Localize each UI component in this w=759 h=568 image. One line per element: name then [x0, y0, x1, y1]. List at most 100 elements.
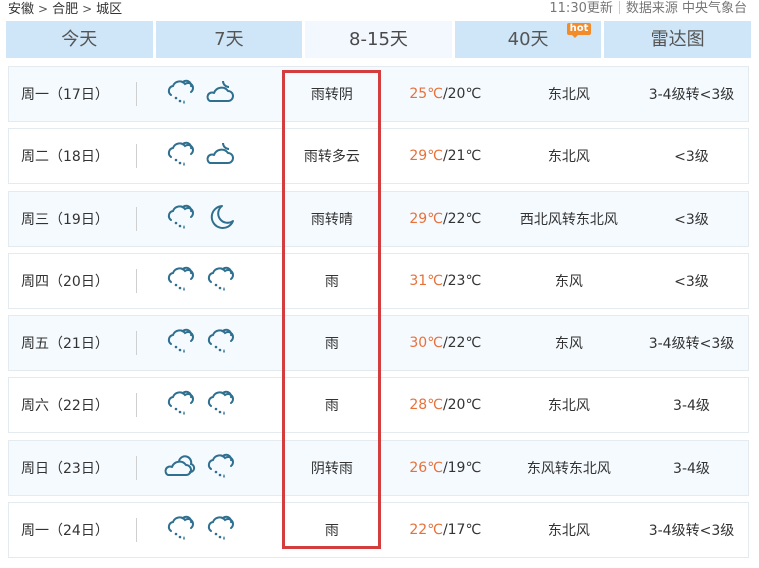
rain-icon [163, 202, 197, 236]
rain-icon [163, 77, 197, 111]
weather-description: 阴转雨 [310, 460, 353, 477]
tab-today[interactable]: 今天 [6, 21, 153, 58]
forecast-row: 周四（20日） 雨 31℃/23℃ 东风 <3级 [8, 252, 749, 309]
cloudy-night-icon [203, 77, 237, 111]
meta-info: 11:30更新 数据来源 中央气象台 [549, 0, 747, 18]
forecast-date: 周一（24日） [21, 523, 109, 540]
top-bar: 安徽 > 合肥 > 城区 11:30更新 数据来源 中央气象台 [0, 0, 759, 18]
breadcrumb-province[interactable]: 安徽 [8, 2, 34, 17]
row-divider [135, 331, 137, 356]
forecast-row: 周三（19日） 雨转晴 29℃/22℃ 西北风转东北风 <3级 [8, 190, 749, 247]
high-temp: 29℃ [409, 148, 443, 165]
high-temp: 25℃ [409, 86, 443, 102]
rain-icon [163, 326, 197, 360]
wind-level: 3-4级 [673, 398, 710, 415]
temperature: 26℃/19℃ [388, 460, 503, 476]
forecast-date: 周六（22日） [21, 398, 109, 415]
row-divider [135, 82, 137, 106]
low-temp: /20℃ [442, 397, 482, 414]
wind-direction: 东北风 [547, 149, 590, 166]
breadcrumb-separator: > [38, 2, 49, 16]
low-temp: /21℃ [442, 148, 482, 165]
tab-8-15-days[interactable]: 8-15天 [305, 21, 452, 58]
wind-direction: 西北风转东北风 [519, 211, 618, 228]
row-divider [135, 144, 137, 169]
moon-icon [203, 202, 237, 236]
high-temp: 30℃ [409, 335, 443, 352]
overcast-icon [163, 451, 197, 485]
high-temp: 26℃ [409, 459, 443, 476]
row-divider [135, 206, 137, 231]
cloudy-night-icon [203, 139, 237, 173]
wind-level: 3-4级 [673, 460, 710, 477]
weather-description: 雨转多云 [303, 149, 360, 166]
row-divider [135, 393, 137, 418]
forecast-row: 周一（24日） 雨 22℃/17℃ 东北风 3-4级转<3级 [8, 502, 749, 559]
wind-level: <3级 [674, 211, 709, 228]
weather-icons [163, 202, 274, 236]
wind-direction: 东北风 [547, 523, 590, 540]
weather-icons [163, 388, 274, 422]
forecast-date: 周四（20日） [21, 273, 109, 290]
forecast-date: 周一（17日） [21, 87, 109, 103]
temperature: 29℃/22℃ [388, 211, 503, 227]
forecast-list: 周一（17日） 雨转阴 25℃/20℃ 东北风 3-4级转<3级 周二（18日）… [8, 66, 749, 564]
wind-level: 3-4级转<3级 [648, 87, 735, 103]
temperature: 22℃/17℃ [388, 522, 503, 538]
weather-description: 雨 [324, 336, 339, 353]
forecast-date: 周五（21日） [21, 336, 109, 353]
temperature: 28℃/20℃ [388, 397, 503, 413]
hot-badge: hot [566, 23, 592, 38]
high-temp: 31℃ [409, 272, 443, 289]
weather-description: 雨转阴 [310, 87, 353, 103]
breadcrumb-separator: > [82, 2, 93, 16]
wind-direction: 东北风 [547, 87, 590, 103]
weather-icons [163, 264, 274, 298]
forecast-row: 周二（18日） 雨转多云 29℃/21℃ 东北风 <3级 [8, 128, 749, 185]
wind-direction: 东风 [554, 336, 583, 353]
breadcrumb-city[interactable]: 合肥 [52, 2, 78, 17]
forecast-row: 周日（23日） 阴转雨 26℃/19℃ 东风转东北风 3-4级 [8, 439, 749, 496]
temperature: 30℃/22℃ [388, 335, 503, 351]
high-temp: 28℃ [409, 397, 443, 414]
forecast-date: 周三（19日） [21, 211, 109, 228]
low-temp: /19℃ [442, 459, 482, 476]
tab-7-days[interactable]: 7天 [155, 21, 303, 58]
forecast-tabs: 今天 7天 8-15天 40天 hot 雷达图 [6, 21, 751, 58]
wind-direction: 东风 [554, 273, 583, 290]
tab-radar[interactable]: 雷达图 [604, 21, 751, 58]
weather-description: 雨转晴 [310, 211, 353, 228]
low-temp: /17℃ [442, 522, 482, 539]
row-divider [135, 518, 137, 543]
rain-icon [163, 264, 197, 298]
breadcrumb-district[interactable]: 城区 [96, 2, 122, 17]
rain-icon [203, 264, 237, 298]
weather-icons [163, 451, 274, 485]
rain-icon [163, 513, 197, 547]
high-temp: 22℃ [409, 522, 443, 539]
low-temp: /22℃ [442, 210, 482, 227]
weather-description: 雨 [324, 398, 339, 415]
temperature: 25℃/20℃ [388, 86, 503, 102]
wind-direction: 东风转东北风 [526, 460, 611, 477]
rain-icon [203, 451, 237, 485]
wind-level: <3级 [674, 149, 709, 166]
weather-icons [163, 513, 274, 547]
low-temp: /22℃ [442, 335, 482, 352]
meta-divider [618, 1, 620, 14]
tab-40-days[interactable]: 40天 hot [454, 21, 602, 58]
wind-level: 3-4级转<3级 [648, 336, 735, 353]
rain-icon [163, 388, 197, 422]
rain-icon [203, 513, 237, 547]
forecast-row: 周五（21日） 雨 30℃/22℃ 东风 3-4级转<3级 [8, 315, 749, 372]
low-temp: /23℃ [442, 272, 482, 289]
forecast-row: 周六（22日） 雨 28℃/20℃ 东北风 3-4级 [8, 377, 749, 434]
temperature: 29℃/21℃ [388, 148, 503, 164]
wind-level: <3级 [674, 273, 709, 290]
weather-icons [163, 77, 274, 111]
row-divider [135, 455, 137, 480]
breadcrumb: 安徽 > 合肥 > 城区 [8, 0, 122, 19]
update-time: 11:30更新 [549, 1, 613, 16]
low-temp: /20℃ [442, 86, 482, 102]
temperature: 31℃/23℃ [388, 273, 503, 289]
